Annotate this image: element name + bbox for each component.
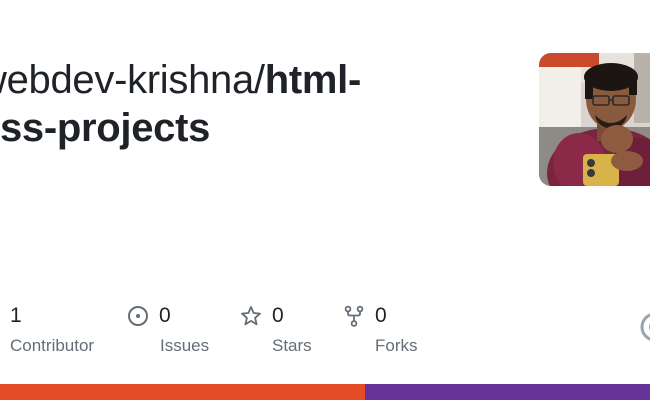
repo-title[interactable]: webdev-krishna/html- css-projects [0, 56, 498, 152]
stars-label: Stars [272, 336, 312, 355]
issues-label: Issues [160, 336, 210, 355]
issues-stat[interactable]: 0 Issues [127, 302, 209, 356]
star-icon [240, 305, 262, 327]
github-logo-icon [640, 312, 650, 342]
contributors-count: 1 [10, 304, 22, 327]
issue-circle-icon [127, 305, 149, 327]
fork-icon [343, 305, 365, 327]
avatar-photo [539, 53, 650, 186]
language-bar-segment [365, 384, 650, 400]
repo-stats: 1 Contributor 0 Issues 0 Stars 0 Forks [0, 302, 650, 362]
repo-name[interactable]: html- [265, 58, 362, 102]
contributors-stat[interactable]: 1 Contributor [10, 302, 94, 356]
repo-owner[interactable]: webdev-krishna/ [0, 58, 265, 102]
forks-label: Forks [375, 336, 418, 355]
issues-count: 0 [159, 304, 171, 327]
avatar[interactable] [539, 53, 650, 186]
repo-name-continued[interactable]: css-projects [0, 106, 210, 150]
stars-stat[interactable]: 0 Stars [240, 302, 312, 356]
forks-count: 0 [375, 304, 387, 327]
contributors-label: Contributor [10, 336, 95, 355]
repo-social-card: webdev-krishna/html- css-projects 1 Cont… [0, 0, 650, 400]
stars-count: 0 [272, 304, 284, 327]
forks-stat[interactable]: 0 Forks [343, 302, 418, 356]
language-bar [0, 384, 650, 400]
language-bar-segment [0, 384, 366, 400]
